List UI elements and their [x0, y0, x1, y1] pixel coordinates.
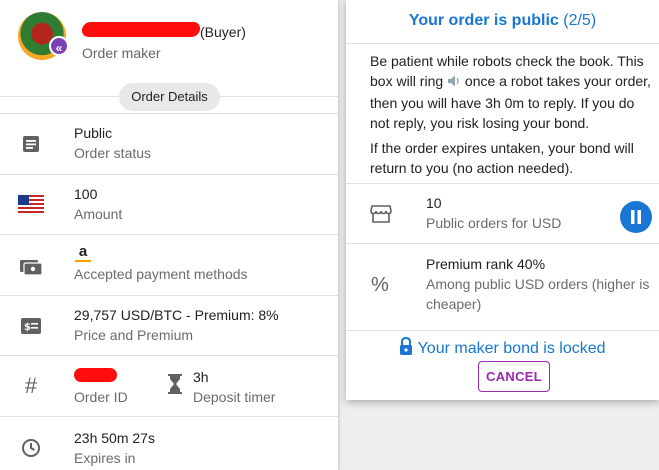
order-details-card: « (Buyer) Order maker Order Details Publ… [0, 0, 338, 470]
speaker-icon [447, 73, 461, 93]
divider [346, 183, 659, 184]
chevron-double-left-icon: « [49, 36, 69, 56]
panel-step: (2/5) [563, 12, 597, 29]
pause-button[interactable] [620, 201, 652, 233]
hourglass-icon [162, 371, 188, 397]
amount-value: 100 [74, 186, 98, 202]
order-details-chip: Order Details [119, 83, 220, 111]
amount-label: Amount [74, 206, 123, 222]
order-status-row: Public Order status [0, 113, 338, 174]
price-change-icon: $ [18, 313, 44, 339]
buyer-tag: (Buyer) [200, 24, 246, 40]
expires-label: Expires in [74, 450, 136, 466]
amazon-icon: a [75, 244, 91, 262]
divider [346, 43, 659, 44]
pause-icon [631, 210, 641, 224]
divider [346, 330, 659, 331]
us-flag-icon [18, 191, 44, 217]
clock-icon [18, 435, 44, 461]
maker-role: Order maker [82, 45, 161, 61]
patience-message: Be patient while robots check the book. … [370, 51, 655, 133]
article-icon [18, 131, 44, 157]
payment-methods-label: Accepted payment methods [74, 266, 248, 282]
order-id-label: Order ID [74, 389, 128, 405]
svg-text:$: $ [24, 322, 31, 333]
bond-locked-status: Your maker bond is locked [346, 336, 659, 360]
price-value: 29,757 USD/BTC - Premium: 8% [74, 307, 279, 323]
premium-rank-value: Premium rank 40% [426, 256, 546, 272]
divider [346, 243, 659, 244]
deposit-timer-value: 3h [193, 369, 209, 385]
lock-icon [399, 336, 413, 360]
deposit-timer-label: Deposit timer [193, 389, 276, 405]
payment-methods-row: a Accepted payment methods [0, 234, 338, 295]
expires-value: 23h 50m 27s [74, 430, 155, 446]
order-id-row: # Order ID 3h Deposit timer [0, 355, 338, 416]
expires-row: 23h 50m 27s Expires in [0, 416, 338, 470]
panel-title: Your order is public (2/5) [346, 12, 659, 30]
public-orders-count: 10 [426, 195, 442, 211]
percent-icon: % [371, 274, 389, 296]
maker-header: « (Buyer) Order maker [0, 0, 338, 80]
price-row: $ 29,757 USD/BTC - Premium: 8% Price and… [0, 295, 338, 355]
amount-row: 100 Amount [0, 174, 338, 234]
status-label: Order status [74, 145, 152, 161]
payments-icon [18, 253, 44, 279]
order-public-panel: Your order is public (2/5) Be patient wh… [346, 0, 659, 400]
panel-title-text: Your order is public [408, 12, 559, 29]
status-value: Public [74, 125, 113, 141]
hash-icon: # [24, 373, 38, 398]
redacted-username [80, 22, 202, 37]
expiry-message: If the order expires untaken, your bond … [370, 140, 634, 176]
price-label: Price and Premium [74, 327, 194, 343]
bond-locked-text: Your maker bond is locked [417, 340, 606, 357]
redacted-order-id [74, 368, 117, 382]
details-divider: Order Details [0, 83, 338, 111]
storefront-icon [370, 204, 392, 229]
premium-rank-label: Among public USD orders (higher is cheap… [426, 276, 650, 312]
cancel-button[interactable]: CANCEL [478, 361, 550, 392]
